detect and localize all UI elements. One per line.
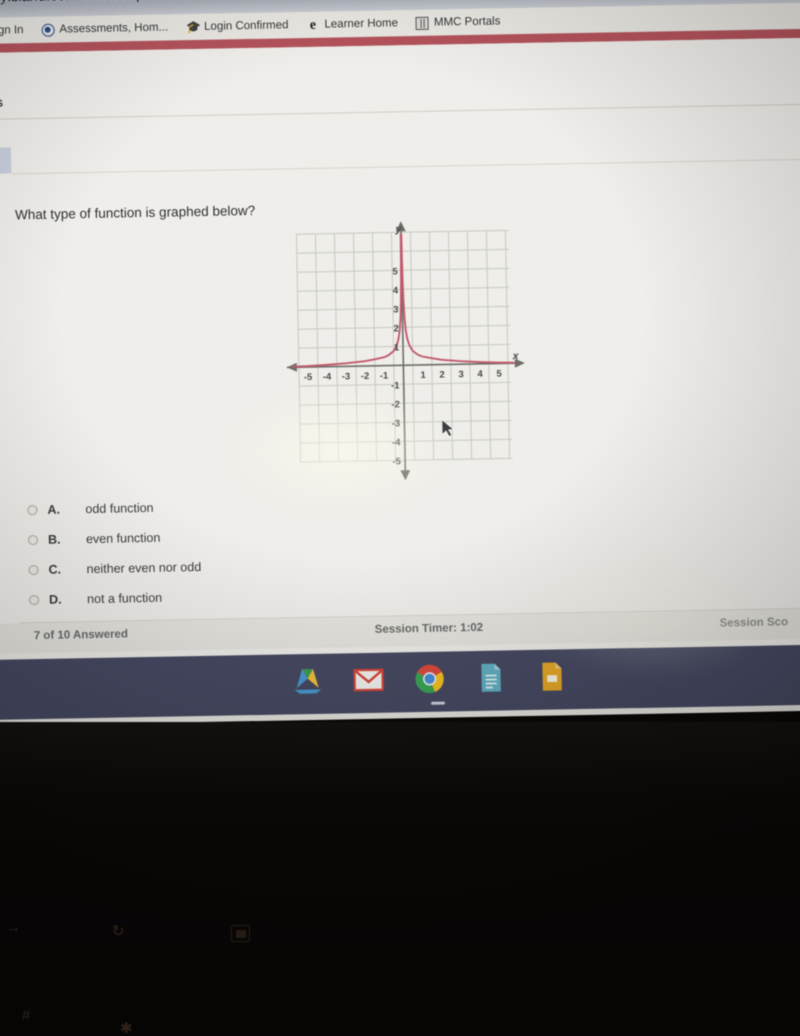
axis-labels: x y: [394, 223, 520, 362]
svg-text:2: 2: [439, 370, 444, 381]
bookmark-label: Login Confirmed: [203, 19, 289, 33]
bookmark-label: Sign In: [0, 24, 24, 37]
svg-text:-1: -1: [380, 371, 389, 382]
radio-button-c[interactable]: [28, 564, 39, 576]
svg-text:4: 4: [393, 285, 399, 296]
chrome-active-indicator: [431, 701, 446, 705]
answer-text: odd function: [85, 500, 154, 517]
bookmark-label: Assessments, Hom...: [59, 21, 169, 36]
question-divider: [11, 158, 800, 175]
svg-text:4: 4: [477, 369, 483, 380]
tabs-divider: [0, 103, 800, 120]
svg-text:-2: -2: [391, 399, 400, 410]
graduation-cap-icon: 🎓: [185, 19, 202, 34]
svg-text:2: 2: [393, 323, 398, 334]
answer-letter: A.: [47, 502, 61, 517]
letter-e-icon: e: [309, 17, 317, 33]
svg-text:3: 3: [458, 369, 463, 380]
gmail-icon[interactable]: [351, 663, 386, 698]
tabs-row: ons: [0, 76, 800, 120]
columns-icon: [415, 16, 430, 30]
svg-text:-5: -5: [304, 372, 313, 383]
svg-text:5: 5: [496, 368, 502, 379]
chrome-icon[interactable]: [412, 662, 447, 697]
svg-text:-3: -3: [392, 418, 401, 429]
laptop-body: → ↻ # ✱: [0, 722, 800, 1036]
radio-button-d[interactable]: [29, 594, 40, 606]
answer-text: even function: [85, 530, 161, 547]
answer-letter: D.: [48, 592, 62, 607]
practice-session-page: ons 8 What type of function is graphed b…: [0, 37, 800, 673]
answer-letter: C.: [48, 562, 62, 577]
svg-text:-3: -3: [342, 371, 351, 382]
radio-button-b[interactable]: [27, 534, 39, 546]
svg-text:-4: -4: [392, 437, 401, 448]
svg-text:5: 5: [392, 266, 398, 277]
bookmark-label: Learner Home: [324, 17, 399, 31]
session-score: Session Sco: [719, 616, 789, 630]
svg-text:-2: -2: [361, 371, 370, 382]
tab-label[interactable]: ons: [0, 95, 3, 110]
browser-screen: dyisland.com/cfw/test/practice-session/a…: [0, 0, 800, 726]
answer-text: not a function: [86, 590, 163, 607]
radio-button-a[interactable]: [27, 504, 38, 516]
svg-text:-5: -5: [392, 456, 401, 467]
key-refresh-icon: ↻: [112, 923, 125, 940]
session-timer: Session Timer: 1:02: [374, 621, 484, 636]
shelf-icon-list: [290, 659, 569, 698]
key-tab-arrow-icon: →: [6, 919, 21, 936]
bookmark-label: MMC Portals: [433, 15, 501, 29]
bookmark-login-confirmed[interactable]: 🎓 Login Confirmed: [177, 14, 298, 38]
svg-text:3: 3: [393, 304, 398, 315]
laptop-screen-photo: dyisland.com/cfw/test/practice-session/a…: [0, 0, 800, 1036]
bookmark-assessments[interactable]: Assessments, Hom...: [32, 16, 177, 41]
function-graph: x y -5 -4 -3 -2 -1 1 2 3 4 5 5 4 3 2 1 -…: [282, 218, 537, 488]
url-text: dyisland.com/cfw/test/practice-session/a…: [0, 0, 456, 6]
svg-text:1: 1: [420, 370, 426, 381]
google-drive-icon[interactable]: [290, 664, 325, 699]
svg-text:1: 1: [394, 342, 400, 353]
circle-icon: [41, 23, 55, 37]
answer-letter: B.: [47, 532, 61, 547]
question-text: What type of function is graphed below?: [14, 202, 256, 223]
bookmark-sign-in[interactable]: Sign In: [0, 19, 33, 42]
svg-text:-1: -1: [391, 380, 400, 391]
bookmark-learner-home[interactable]: e Learner Home: [297, 12, 407, 36]
answer-text: neither even nor odd: [86, 560, 202, 577]
key-hash-icon: #: [22, 1007, 31, 1024]
answer-choices: A. odd function B. even function C. neit…: [27, 487, 449, 615]
google-slides-icon[interactable]: [534, 659, 569, 694]
question-number-badge: 8: [0, 147, 12, 174]
google-docs-icon[interactable]: [473, 660, 508, 695]
answered-count: 7 of 10 Answered: [33, 628, 129, 643]
x-axis-label: x: [512, 350, 520, 362]
answer-option-d[interactable]: D. not a function: [29, 577, 449, 615]
key-asterisk-icon: ✱: [120, 1020, 133, 1036]
graph-svg: x y -5 -4 -3 -2 -1 1 2 3 4 5 5 4 3 2 1 -…: [286, 221, 525, 481]
key-fullscreen-icon: [231, 925, 250, 942]
bookmark-mmc-portals[interactable]: MMC Portals: [407, 10, 510, 34]
svg-text:-4: -4: [323, 372, 332, 383]
y-axis-arrow-down: [400, 470, 411, 481]
